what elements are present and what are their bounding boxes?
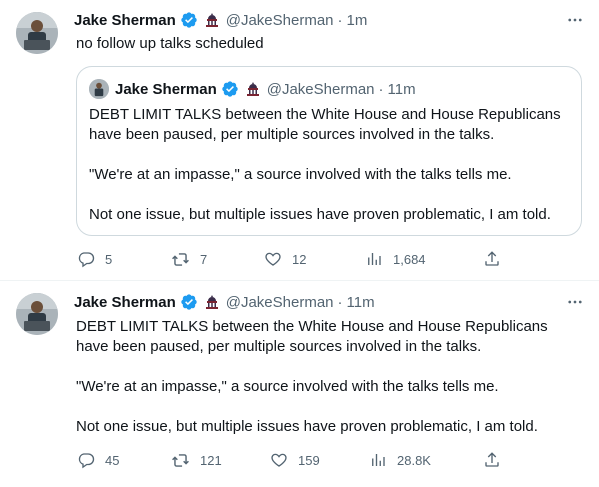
tweet-header: Jake Sherman @JakeSherman · 1m [74,10,367,30]
views-button[interactable]: 28.8K [368,450,431,470]
retweet-count: 7 [200,251,208,267]
quoted-paragraph: DEBT LIMIT TALKS between the White House… [89,106,561,143]
tweet[interactable]: Jake Sherman @JakeSherman · 1m no follow… [0,0,599,280]
quoted-author-handle: @JakeSherman [266,80,375,98]
heart-icon [263,250,282,269]
separator-dot: · [337,11,343,29]
quoted-tweet[interactable]: Jake Sherman @JakeSherman · 11m DEBT LIM… [76,66,582,236]
tweet-paragraph: Not one issue, but multiple issues have … [76,418,538,435]
quoted-paragraph: "We're at an impasse," a source involved… [89,166,512,183]
reply-icon [76,451,95,470]
quoted-text: DEBT LIMIT TALKS between the White House… [89,105,573,225]
reply-button[interactable]: 5 [76,249,112,269]
tweet-paragraph: "We're at an impasse," a source involved… [76,378,499,395]
avatar[interactable] [16,293,58,335]
separator-dot: · [337,293,343,311]
verified-badge-icon [180,11,198,29]
avatar[interactable] [16,12,58,54]
reply-count: 45 [105,452,120,468]
share-icon [482,250,501,269]
author-handle[interactable]: @JakeSherman [226,12,334,29]
more-options-icon[interactable] [565,292,585,312]
quoted-avatar [89,79,109,99]
quoted-timestamp: 11m [387,80,416,98]
share-icon [482,451,501,470]
tweet-text-line: no follow up talks scheduled [76,35,264,52]
retweet-count: 121 [200,452,222,468]
like-button[interactable]: 159 [269,450,320,470]
author-name[interactable]: Jake Sherman [74,12,176,29]
tweet-actions: 5 7 12 1,684 [76,249,516,269]
like-count: 12 [292,251,307,267]
like-button[interactable]: 12 [263,249,306,269]
capitol-dome-icon [204,12,220,28]
views-chart-icon [368,451,387,470]
timestamp[interactable]: 11m [347,294,375,311]
tweet-paragraph: DEBT LIMIT TALKS between the White House… [76,318,548,355]
share-button[interactable] [482,450,501,470]
reply-count: 5 [105,251,113,267]
more-options-icon[interactable] [565,10,585,30]
views-count: 28.8K [397,452,431,468]
tweet-text: DEBT LIMIT TALKS between the White House… [76,317,576,437]
quoted-paragraph: Not one issue, but multiple issues have … [89,206,551,223]
reply-icon [76,250,95,269]
verified-badge-icon [221,80,239,98]
verified-badge-icon [180,293,198,311]
tweet-header: Jake Sherman @JakeSherman · 11m [74,292,375,312]
author-name[interactable]: Jake Sherman [74,294,176,311]
heart-icon [269,451,288,470]
retweet-button[interactable]: 121 [171,450,222,470]
tweet-text: no follow up talks scheduled [76,34,576,54]
reply-button[interactable]: 45 [76,450,119,470]
tweet-actions: 45 121 159 28.8K [76,450,516,470]
retweet-icon [171,250,190,269]
retweet-button[interactable]: 7 [171,249,207,269]
retweet-icon [171,451,190,470]
views-count: 1,684 [393,251,426,267]
capitol-dome-icon [245,81,261,97]
separator-dot: · [378,80,384,98]
share-button[interactable] [482,249,501,269]
quoted-header: Jake Sherman @JakeSherman · 11m [115,79,416,99]
views-chart-icon [364,250,383,269]
timestamp[interactable]: 1m [347,12,368,29]
like-count: 159 [298,452,320,468]
author-handle[interactable]: @JakeSherman [226,294,334,311]
tweet[interactable]: Jake Sherman @JakeSherman · 11m DEBT LIM… [0,281,599,487]
views-button[interactable]: 1,684 [364,249,426,269]
capitol-dome-icon [204,294,220,310]
quoted-author-name: Jake Sherman [115,80,217,98]
